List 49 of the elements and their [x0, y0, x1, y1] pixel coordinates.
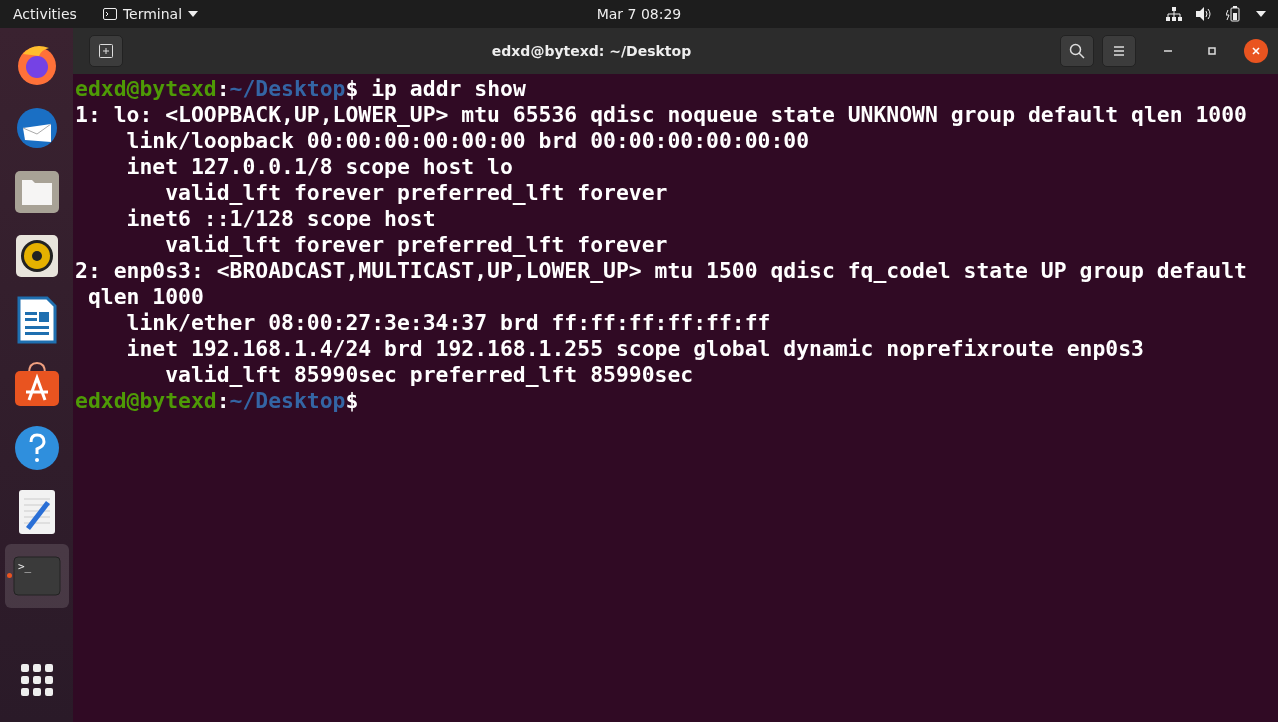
- command-text: ip addr show: [370, 76, 526, 102]
- terminal-icon: >_: [12, 556, 61, 596]
- output-line: link/loopback 00:00:00:00:00:00 brd 00:00:00:00:00:00: [125, 128, 810, 154]
- volume-icon[interactable]: [1196, 7, 1212, 21]
- activities-button[interactable]: Activities: [13, 6, 77, 22]
- help-icon: [13, 425, 60, 471]
- document-icon: [16, 296, 57, 344]
- app-menu[interactable]: Terminal: [102, 6, 199, 22]
- clock[interactable]: Mar 7 08:29: [596, 6, 682, 22]
- output-line: qlen 1000: [86, 284, 204, 310]
- prompt-user: edxd@bytexd: [75, 388, 217, 414]
- terminal-app-icon: [102, 8, 117, 20]
- output-line: inet6 ::1/128 scope host: [125, 206, 436, 232]
- prompt-path: ~/Desktop: [229, 388, 346, 414]
- dock-item[interactable]: >_: [4, 544, 69, 608]
- prompt-symbol: $: [345, 388, 359, 414]
- minimize-icon: [1164, 50, 1172, 52]
- menu-button[interactable]: [1102, 35, 1136, 67]
- output-line: valid_lft forever preferred_lft forever: [164, 180, 668, 206]
- prompt-path: ~/Desktop: [229, 76, 346, 102]
- plus-icon: [99, 44, 113, 58]
- caret-icon[interactable]: [1256, 11, 1266, 17]
- speaker-icon: [14, 234, 59, 278]
- search-button[interactable]: [1060, 35, 1094, 67]
- output-line: link/ether 08:00:27:3e:34:37 brd ff:ff:ff:ff:ff:ff: [125, 310, 771, 336]
- network-icon[interactable]: [1166, 7, 1182, 21]
- new-tab-button[interactable]: [89, 35, 123, 67]
- output-line: inet 192.168.1.4/24 brd 192.168.1.255 scope global dynamic noprefixroute enp0s3: [125, 336, 1144, 362]
- maximize-icon: [1207, 46, 1217, 56]
- window-title: edxd@bytexd: ~/Desktop: [490, 43, 693, 59]
- prompt-symbol: $: [345, 76, 359, 102]
- close-button[interactable]: [1244, 39, 1268, 63]
- output-line: 1: lo: <LOOPBACK,UP,LOWER_UP> mtu 65536 qdisc noqueue state UNKNOWN group default qlen 1000: [75, 102, 1247, 128]
- output-line: valid_lft forever preferred_lft forever: [164, 232, 668, 258]
- caret-icon: [188, 11, 199, 17]
- folder-icon: [13, 170, 60, 214]
- prompt-separator: :: [216, 76, 230, 102]
- close-icon: [1251, 46, 1261, 56]
- shopping-bag-icon: [13, 361, 60, 407]
- grid-icon: [20, 664, 53, 696]
- output-line: 2: enp0s3: <BROADCAST,MULTICAST,UP,LOWER_UP> mtu 1500 qdisc fq_codel state UP group default: [75, 258, 1247, 284]
- search-icon: [1069, 43, 1085, 59]
- prompt-separator: :: [216, 388, 230, 414]
- output-line: valid_lft 85990sec preferred_lft 85990sec: [164, 362, 694, 388]
- output-line: inet 127.0.0.1/8 scope host lo: [125, 154, 513, 180]
- battery-icon[interactable]: [1226, 6, 1242, 22]
- menu-icon: [1112, 45, 1126, 57]
- prompt-user: edxd@bytexd: [75, 76, 217, 102]
- text-editor-icon: [17, 489, 56, 535]
